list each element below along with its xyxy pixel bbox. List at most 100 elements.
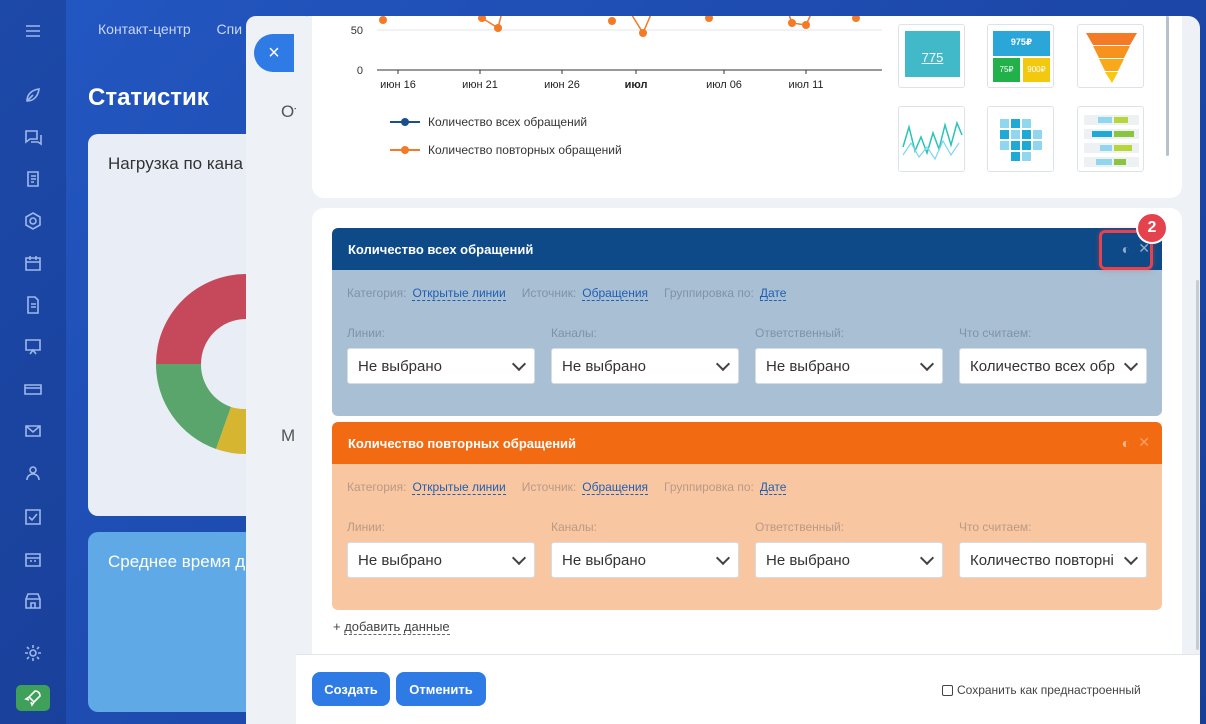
- legend-all: Количество всех обращений: [390, 115, 587, 129]
- lines-select[interactable]: Не выбрано: [347, 348, 535, 384]
- chevron-down-icon: [715, 550, 731, 565]
- plus-icon: +: [333, 619, 341, 634]
- responsible-select[interactable]: Не выбрано: [755, 542, 943, 578]
- channels-select[interactable]: Не выбрано: [551, 348, 739, 384]
- bars-icon: [1084, 115, 1139, 167]
- x-tick-label: июл: [625, 79, 648, 91]
- hexagon-icon[interactable]: [20, 208, 46, 234]
- calendar-icon[interactable]: [20, 250, 46, 276]
- widget-thumbnail-funnel[interactable]: [1077, 24, 1144, 88]
- mail-icon[interactable]: [20, 418, 46, 444]
- close-icon[interactable]: ✕: [1138, 434, 1150, 451]
- settings-icon[interactable]: [20, 640, 46, 666]
- thumb-value: 775: [921, 50, 944, 65]
- responsible-select[interactable]: Не выбрано: [755, 348, 943, 384]
- block-body: Категория: Открытые линии Источник: Обра…: [332, 270, 1162, 416]
- x-tick-label: июл 11: [788, 79, 823, 91]
- schedule-icon[interactable]: [20, 546, 46, 572]
- file-icon[interactable]: [20, 292, 46, 318]
- palette-icon[interactable]: ◐: [1122, 435, 1130, 451]
- block-header: Количество всех обращений ◐ ✕: [332, 228, 1162, 270]
- series-repeat-point: [379, 16, 387, 24]
- x-tick-label: июн 21: [462, 79, 498, 91]
- y-tick-label: 0: [357, 65, 363, 77]
- block-body: Категория: Открытые линии Источник: Обра…: [332, 464, 1162, 610]
- close-slider-button[interactable]: ×: [254, 34, 294, 72]
- data-blocks-card: Количество всех обращений ◐ ✕ Категория:…: [312, 208, 1182, 666]
- select-value: Не выбрано: [358, 551, 442, 569]
- form-scrollbar[interactable]: [1196, 280, 1199, 650]
- widget-thumbnail-sums[interactable]: 975₽ 75₽ 900₽: [987, 24, 1054, 88]
- category-link[interactable]: Открытые линии: [412, 480, 506, 495]
- widget-thumbnail-bars[interactable]: [1077, 106, 1144, 172]
- source-link[interactable]: Обращения: [582, 480, 649, 495]
- chart-preview-card: 50 0 июн 16 июн 21 июн 26 июл июл 06 июл 11 Кол…: [312, 16, 1182, 198]
- filter-label: Категория:: [347, 286, 407, 300]
- field-label: Линии:: [347, 520, 385, 534]
- checkbox-icon[interactable]: [20, 504, 46, 530]
- nav-item-2[interactable]: Спи: [217, 21, 243, 37]
- cancel-button[interactable]: Отменить: [396, 672, 486, 706]
- field-label: Линии:: [347, 326, 385, 340]
- thumbnails-scrollbar[interactable]: [1166, 16, 1169, 156]
- count-what-select[interactable]: Количество повторні: [959, 542, 1147, 578]
- document-icon[interactable]: [20, 166, 46, 192]
- series-repeat-point: [705, 16, 713, 22]
- field-label: Ответственный:: [755, 520, 845, 534]
- channels-select[interactable]: Не выбрано: [551, 542, 739, 578]
- field-label: Ответственный:: [755, 326, 845, 340]
- top-navigation: Контакт-центр Спи: [98, 21, 264, 37]
- add-data-link[interactable]: + добавить данные: [333, 619, 450, 635]
- block-header-actions: ◐ ✕: [1122, 434, 1150, 451]
- step-badge: 2: [1136, 212, 1168, 244]
- presentation-icon[interactable]: [20, 334, 46, 360]
- x-tick-label: июн 26: [544, 79, 580, 91]
- filter-label: Источник:: [521, 480, 577, 494]
- group-by-link[interactable]: Дате: [759, 286, 787, 301]
- leaf-icon[interactable]: [20, 82, 46, 108]
- legend-label: Количество повторных обращений: [428, 143, 622, 157]
- save-preset-checkbox[interactable]: Сохранить как преднастроенный: [942, 683, 1141, 697]
- filter-label: Источник:: [521, 286, 577, 300]
- select-value: Не выбрано: [562, 357, 646, 375]
- category-link[interactable]: Открытые линии: [412, 286, 506, 301]
- field-label: Что считаем:: [959, 326, 1032, 340]
- thumb-value: 75₽: [999, 65, 1014, 74]
- filter-label: Категория:: [347, 480, 407, 494]
- avg-time-card: Среднее время д: [88, 532, 268, 712]
- create-button[interactable]: Создать: [312, 672, 390, 706]
- group-by-link[interactable]: Дате: [759, 480, 787, 495]
- chevron-down-icon: [1123, 550, 1139, 565]
- rocket-icon[interactable]: [16, 685, 50, 711]
- chat-icon[interactable]: [20, 124, 46, 150]
- nav-contact-center[interactable]: Контакт-центр: [98, 21, 191, 37]
- field-label: Каналы:: [551, 326, 597, 340]
- card-icon[interactable]: [20, 376, 46, 402]
- widget-thumbnail-number[interactable]: 775: [898, 24, 965, 88]
- series-repeat-point: [852, 16, 860, 22]
- data-block-repeat: Количество повторных обращений ◐ ✕ Катег…: [332, 422, 1162, 610]
- legend-marker: [390, 146, 420, 154]
- legend-repeat: Количество повторных обращений: [390, 143, 622, 157]
- line-chart: 50 0 июн 16 июн 21 июн 26 июл июл 06 июл 11: [351, 16, 882, 91]
- lines-select[interactable]: Не выбрано: [347, 542, 535, 578]
- card-title: Нагрузка по кана: [108, 154, 243, 173]
- contacts-icon[interactable]: [20, 460, 46, 486]
- add-data-label: добавить данные: [344, 619, 450, 635]
- report-builder-panel: 50 0 июн 16 июн 21 июн 26 июл июл 06 июл 11 Кол…: [296, 16, 1200, 724]
- series-repeat-point: [802, 21, 810, 29]
- grid-icon: [1000, 119, 1042, 161]
- menu-icon[interactable]: [20, 18, 46, 44]
- thumb-value: 975₽: [1010, 37, 1033, 47]
- block-filters: Категория: Открытые линии Источник: Обра…: [347, 480, 802, 495]
- y-tick-label: 50: [351, 25, 363, 37]
- count-what-select[interactable]: Количество всех обр: [959, 348, 1147, 384]
- widget-thumbnail-grid[interactable]: [987, 106, 1054, 172]
- store-icon[interactable]: [20, 588, 46, 614]
- checkbox-box[interactable]: [942, 684, 953, 696]
- widget-thumbnail-graph[interactable]: [898, 106, 965, 172]
- funnel-icon: [1086, 33, 1137, 83]
- filter-label: Группировка по:: [664, 480, 754, 494]
- series-repeat-point: [639, 29, 647, 37]
- source-link[interactable]: Обращения: [582, 286, 649, 301]
